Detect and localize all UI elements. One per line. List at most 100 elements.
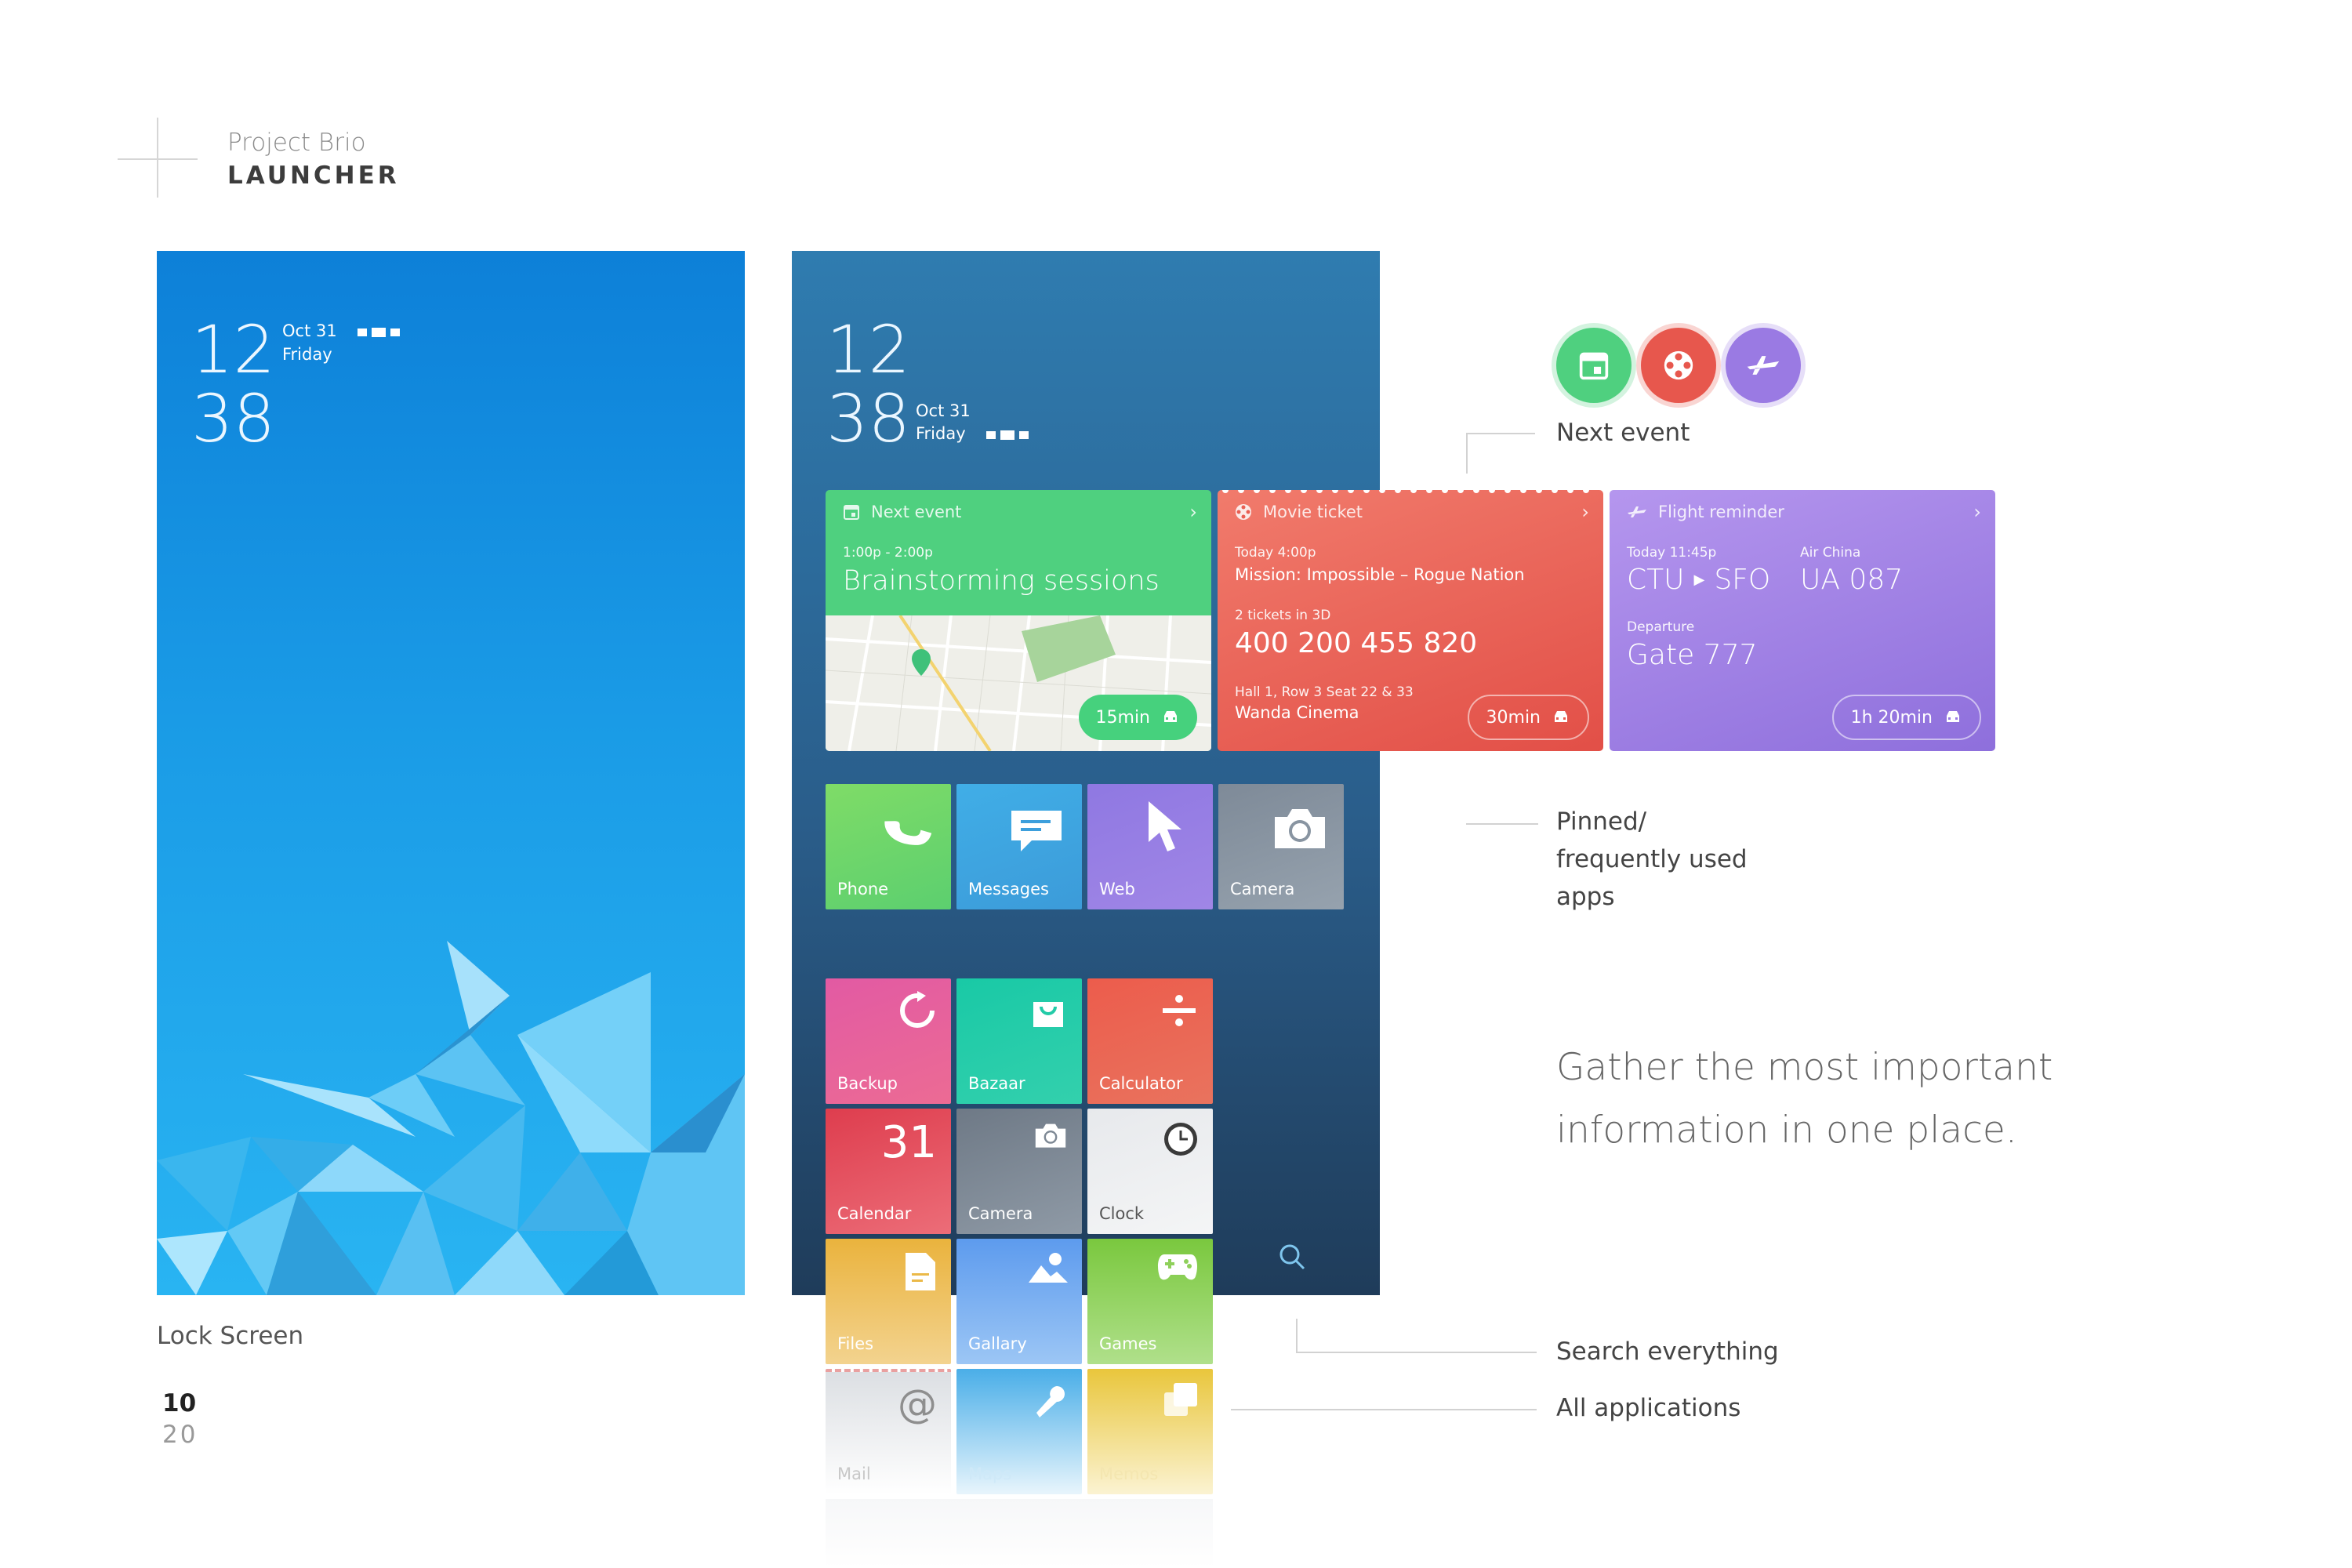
connector xyxy=(1466,823,1538,825)
card-header-label: Next event xyxy=(871,503,962,521)
card-header: Flight reminder xyxy=(1627,503,1784,521)
seat-info: Hall 1, Row 3 Seat 22 & 33 xyxy=(1235,684,1414,700)
app-tile-maps[interactable]: Maps xyxy=(956,1369,1082,1494)
film-reel-icon xyxy=(1664,350,1693,380)
page-current: 10 xyxy=(162,1389,197,1417)
cursor-icon xyxy=(1149,801,1181,851)
app-tile-calculator[interactable]: Calculator xyxy=(1087,978,1213,1104)
app-label: Maps xyxy=(968,1465,1012,1483)
flight-reminder-card[interactable]: Flight reminder › Today 11:45p CTU ▶ SFO… xyxy=(1610,490,1995,751)
phone-icon xyxy=(884,821,932,845)
header-crosshair-v xyxy=(157,118,158,198)
gamepad-icon xyxy=(1158,1254,1197,1280)
app-tile-bazaar[interactable]: Bazaar xyxy=(956,978,1082,1104)
eta-button[interactable]: 30min xyxy=(1467,695,1589,740)
connector xyxy=(1296,1319,1298,1353)
shopping-bag-icon xyxy=(1033,1002,1063,1027)
page-total: 20 xyxy=(162,1421,198,1449)
launcher-date-block: Oct 31 Friday xyxy=(916,400,1033,446)
airplane-icon xyxy=(1747,356,1780,375)
airplane-icon xyxy=(1628,506,1646,517)
search-icon[interactable] xyxy=(1278,1243,1306,1271)
calendar-icon xyxy=(1579,352,1609,380)
chevron-right-icon[interactable]: › xyxy=(1581,501,1589,523)
app-tile-phone[interactable]: Phone xyxy=(826,784,951,909)
memo-icon xyxy=(1164,1383,1197,1416)
card-header-label: Movie ticket xyxy=(1263,503,1363,521)
car-icon xyxy=(1164,711,1177,722)
launcher-minute: 38 xyxy=(826,380,910,457)
app-tile-camera-2[interactable]: Camera xyxy=(956,1109,1082,1234)
launcher-weekday: Friday xyxy=(916,424,966,443)
flight-route: CTU ▶ SFO xyxy=(1627,564,1770,596)
lock-screen[interactable]: 12 38 Oct 31 Friday xyxy=(157,251,745,1295)
connector xyxy=(1231,1409,1537,1410)
map-pin-icon xyxy=(1036,1386,1065,1417)
app-label: Camera xyxy=(1230,880,1295,898)
cinema-name: Wanda Cinema xyxy=(1235,703,1359,722)
lock-hour: 12 xyxy=(191,311,275,388)
event-map[interactable]: 15min xyxy=(826,615,1211,751)
lock-minute: 38 xyxy=(191,380,275,457)
eta-label: 1h 20min xyxy=(1850,707,1933,728)
annotation-pinned-apps: Pinned/ frequently used apps xyxy=(1556,808,1748,911)
app-label: Clock xyxy=(1099,1204,1145,1223)
annotation-all-apps: All applications xyxy=(1556,1394,1741,1422)
card-header-label: Flight reminder xyxy=(1658,503,1784,521)
green-event-circle xyxy=(1556,328,1632,403)
gate-number: Gate 777 xyxy=(1627,639,1758,671)
backup-icon xyxy=(900,991,935,1028)
red-event-circle xyxy=(1641,328,1716,403)
app-label: Files xyxy=(837,1334,874,1353)
app-label: Web xyxy=(1099,880,1135,898)
at-sign-icon: @ xyxy=(898,1381,937,1427)
tile-reflection xyxy=(826,1499,1213,1568)
page-title: LAUNCHER xyxy=(227,162,400,190)
chevron-right-icon[interactable]: › xyxy=(1189,501,1197,523)
event-title: Brainstorming sessions xyxy=(843,565,1160,597)
app-tile-web[interactable]: Web xyxy=(1087,784,1213,909)
connector xyxy=(1466,433,1535,434)
route-arrow-icon: ▶ xyxy=(1693,572,1705,588)
message-bubble-icon xyxy=(1011,811,1062,851)
app-tile-memos[interactable]: Memos xyxy=(1087,1369,1213,1494)
app-tile-camera[interactable]: Camera xyxy=(1218,784,1344,909)
film-reel-icon xyxy=(1236,504,1251,520)
annotation-headline: Gather the most important information in… xyxy=(1556,1046,2053,1152)
app-tile-calendar[interactable]: 31 Calendar xyxy=(826,1109,951,1234)
next-event-card[interactable]: Next event › 1:00p - 2:00p Brainstorming… xyxy=(826,490,1211,751)
eta-label: 15min xyxy=(1095,707,1150,728)
app-tile-backup[interactable]: Backup xyxy=(826,978,951,1104)
lock-date-block: Oct 31 Friday xyxy=(282,320,405,366)
app-tile-messages[interactable]: Messages xyxy=(956,784,1082,909)
card-header: Next event xyxy=(843,503,961,521)
departure-label: Departure xyxy=(1627,619,1695,635)
app-label: Memos xyxy=(1099,1465,1159,1483)
movie-ticket-card[interactable]: Movie ticket › Today 4:00p Mission: Impo… xyxy=(1218,490,1603,751)
chevron-right-icon[interactable]: › xyxy=(1973,501,1981,523)
app-tile-clock[interactable]: Clock xyxy=(1087,1109,1213,1234)
lock-clock: 12 38 xyxy=(191,315,275,453)
app-label: Games xyxy=(1099,1334,1157,1353)
connector xyxy=(1466,433,1468,474)
annotation-next-event: Next event xyxy=(1556,419,1690,447)
ticket-code: 400 200 455 820 xyxy=(1235,627,1478,659)
eta-button[interactable]: 1h 20min xyxy=(1831,695,1981,740)
app-tile-mail[interactable]: @ Mail xyxy=(826,1369,951,1494)
movie-title: Mission: Impossible – Rogue Nation xyxy=(1235,565,1525,584)
car-icon xyxy=(1555,711,1567,722)
card-header: Movie ticket xyxy=(1235,503,1363,521)
app-tile-games[interactable]: Games xyxy=(1087,1239,1213,1364)
file-icon xyxy=(906,1253,935,1290)
eta-button[interactable]: 15min xyxy=(1078,695,1197,740)
app-label: Calendar xyxy=(837,1204,912,1223)
purple-event-circle xyxy=(1726,328,1801,403)
flight-origin: CTU xyxy=(1627,564,1685,596)
flight-time: Today 11:45p xyxy=(1627,545,1717,561)
app-label: Calculator xyxy=(1099,1074,1183,1093)
camera-icon xyxy=(1275,809,1325,848)
app-label: Backup xyxy=(837,1074,898,1093)
annotation-search: Search everything xyxy=(1556,1338,1779,1366)
app-tile-files[interactable]: Files xyxy=(826,1239,951,1364)
app-tile-gallary[interactable]: Gallary xyxy=(956,1239,1082,1364)
